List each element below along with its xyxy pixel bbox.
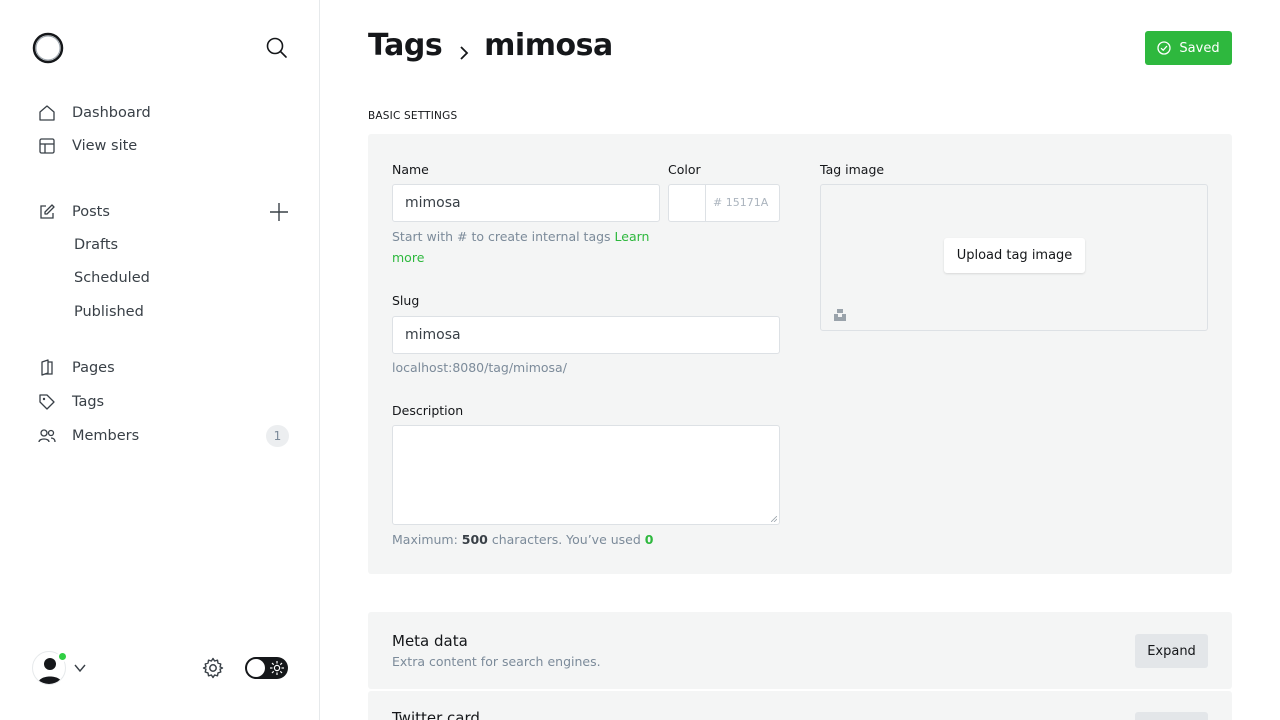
nav-label: Posts <box>72 204 110 220</box>
twitter-card-title: Twitter card <box>392 709 480 720</box>
nav-sub-scheduled[interactable]: Scheduled <box>74 270 150 286</box>
slug-label: Slug <box>392 293 420 308</box>
save-button-label: Saved <box>1179 40 1220 56</box>
nav-label: Pages <box>72 360 115 376</box>
pages-icon <box>38 359 56 377</box>
nav-item-view-site[interactable]: View site <box>38 134 137 158</box>
app-root: Dashboard View site Posts Drafts Schedul… <box>0 0 1280 720</box>
name-input[interactable]: mimosa <box>392 184 660 222</box>
twitter-expand-button[interactable] <box>1135 712 1208 720</box>
name-hint-text: Start with # to create internal tags <box>392 229 615 244</box>
toggle-knob <box>247 659 265 677</box>
nav-item-members[interactable]: Members <box>38 424 139 448</box>
counter-prefix: Maximum: <box>392 532 462 547</box>
tag-image-dropzone[interactable]: Upload tag image <box>820 184 1208 331</box>
page-title: mimosa <box>484 28 613 63</box>
nav-item-posts[interactable]: Posts <box>38 200 110 224</box>
theme-toggle[interactable] <box>245 657 288 679</box>
save-button[interactable]: Saved <box>1145 31 1232 65</box>
ghost-logo-icon[interactable] <box>32 32 64 64</box>
color-input[interactable]: # 15171A <box>668 184 780 222</box>
counter-used: 0 <box>644 532 654 547</box>
breadcrumb: Tags mimosa <box>368 28 613 63</box>
edit-icon <box>38 203 56 221</box>
tag-image-label: Tag image <box>820 162 885 177</box>
slug-input[interactable]: mimosa <box>392 316 780 354</box>
main-content: Tags mimosa Saved BASIC SETTINGS Name mi… <box>320 0 1280 720</box>
color-label: Color <box>668 162 701 177</box>
sun-icon <box>269 660 285 676</box>
breadcrumb-tags-link[interactable]: Tags <box>368 28 443 63</box>
resize-grip-icon[interactable] <box>771 516 777 522</box>
meta-data-card: Meta data Extra content for search engin… <box>368 612 1232 689</box>
upload-tag-image-button[interactable]: Upload tag image <box>944 238 1085 273</box>
color-swatch[interactable] <box>669 185 706 221</box>
name-hint: Start with # to create internal tags Lea… <box>392 226 652 268</box>
nav-label: View site <box>72 138 138 154</box>
nav-label: Members <box>72 428 140 444</box>
description-counter: Maximum: 500 characters. You’ve used 0 <box>392 532 653 547</box>
nav-item-tags[interactable]: Tags <box>38 390 104 414</box>
unsplash-icon[interactable] <box>833 307 847 321</box>
nav-sub-drafts[interactable]: Drafts <box>74 237 118 253</box>
basic-settings-panel: Name mimosa Start with # to create inter… <box>368 134 1232 574</box>
twitter-card-section: Twitter card <box>368 691 1232 720</box>
description-label: Description <box>392 403 464 418</box>
gear-icon[interactable] <box>201 656 225 680</box>
counter-mid: characters. You’ve used <box>487 532 645 547</box>
nav-item-pages[interactable]: Pages <box>38 356 115 380</box>
chevron-down-icon[interactable] <box>73 660 87 674</box>
section-label-basic: BASIC SETTINGS <box>368 110 458 122</box>
chevron-right-icon <box>454 36 474 60</box>
home-icon <box>38 104 56 122</box>
online-status-dot <box>57 651 68 662</box>
nav-sub-published[interactable]: Published <box>74 304 144 320</box>
layout-icon <box>38 137 56 155</box>
description-textarea[interactable] <box>392 425 780 525</box>
tag-icon <box>38 393 56 411</box>
nav-item-dashboard[interactable]: Dashboard <box>38 101 151 125</box>
meta-expand-button[interactable]: Expand <box>1135 634 1208 668</box>
check-circle-icon <box>1157 41 1172 55</box>
members-count-badge: 1 <box>266 425 289 447</box>
sidebar: Dashboard View site Posts Drafts Schedul… <box>0 0 320 720</box>
name-label: Name <box>392 162 429 177</box>
counter-max: 500 <box>461 532 488 547</box>
members-icon <box>38 427 56 445</box>
meta-data-desc: Extra content for search engines. <box>392 654 601 669</box>
search-icon[interactable] <box>264 35 290 61</box>
meta-data-title: Meta data <box>392 632 468 650</box>
color-placeholder: # 15171A <box>713 196 769 209</box>
slug-url: localhost:8080/tag/mimosa/ <box>392 360 567 375</box>
nav-label: Dashboard <box>72 105 151 121</box>
add-post-icon[interactable] <box>268 201 290 223</box>
nav-label: Tags <box>72 394 105 410</box>
